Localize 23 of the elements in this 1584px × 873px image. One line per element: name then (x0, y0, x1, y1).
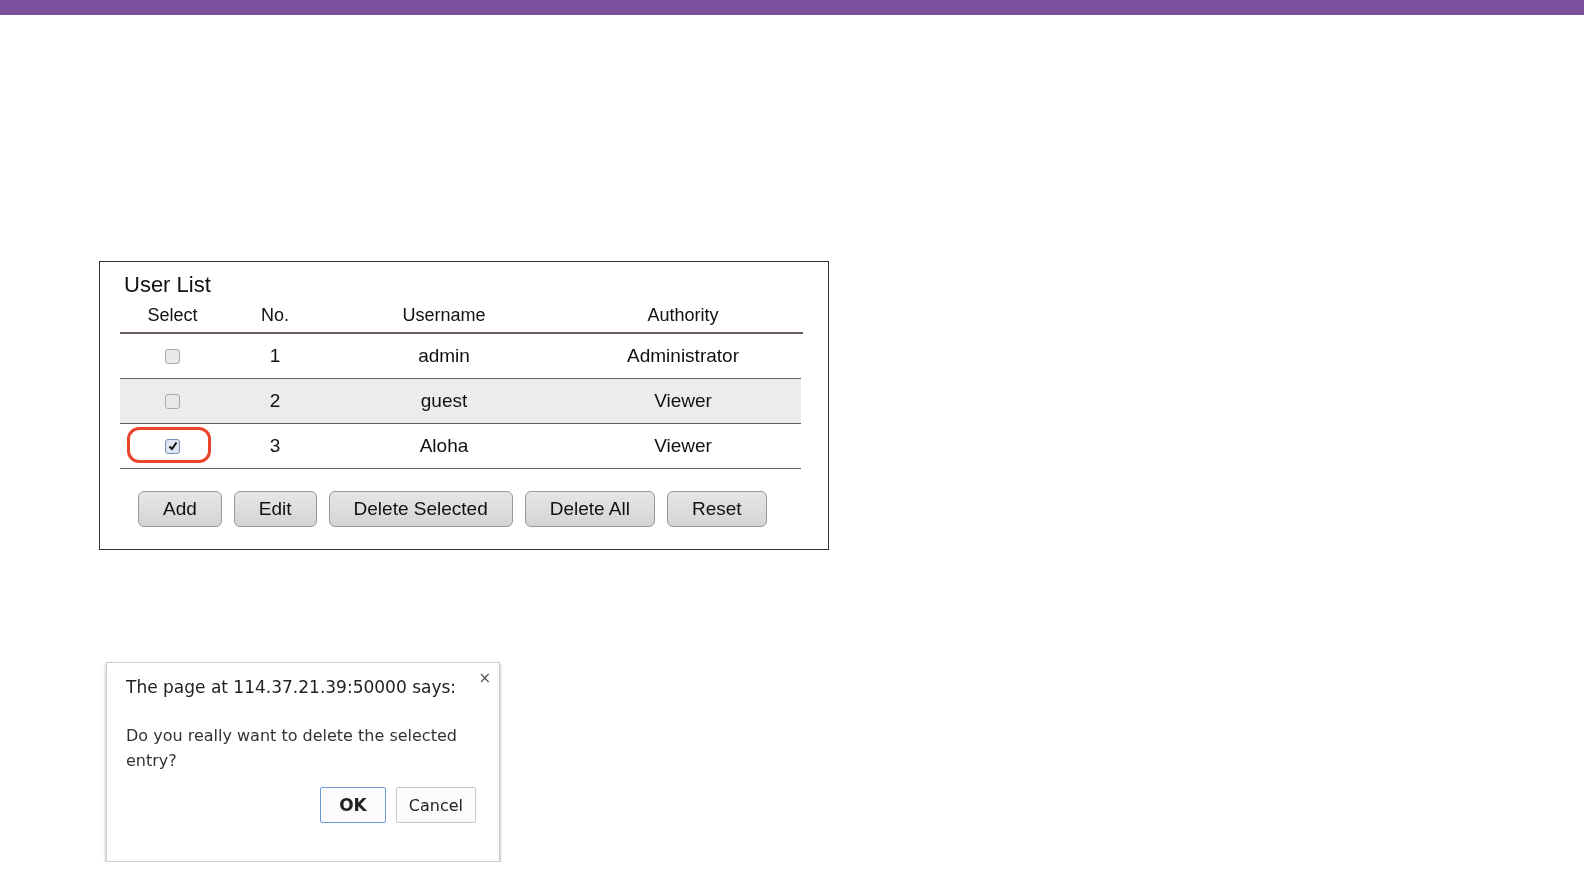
dialog-message: Do you really want to delete the selected entry? (126, 725, 458, 772)
dialog-button[interactable]: OK (320, 787, 386, 823)
table-cell-text: admin (417, 344, 471, 368)
table-cell-text: Aloha (418, 434, 470, 458)
table-cell-text: 1 (268, 344, 282, 368)
action-button[interactable]: Reset (667, 491, 767, 527)
dialog-button[interactable]: Cancel (395, 787, 476, 823)
table-cell-text: 3 (268, 434, 282, 458)
checkbox[interactable] (165, 393, 180, 409)
table-cell-text: guest (419, 389, 469, 413)
action-button[interactable]: Delete Selected (328, 491, 513, 527)
checkbox[interactable] (165, 438, 180, 454)
checkbox[interactable] (165, 348, 180, 364)
dialog-title: The page at 114.37.21.39:50000 says: (126, 677, 457, 697)
action-button[interactable]: Delete All (524, 491, 655, 527)
table-cell-text: Administrator (626, 344, 740, 368)
action-button[interactable]: Add (138, 491, 222, 527)
table-cell-text: 2 (268, 389, 282, 413)
close-button[interactable]: × (478, 669, 491, 687)
panel-title: User List (124, 271, 212, 299)
action-button[interactable]: Edit (233, 491, 317, 527)
table-cell-text: Viewer (653, 389, 713, 413)
table-cell-text: Viewer (653, 434, 713, 458)
